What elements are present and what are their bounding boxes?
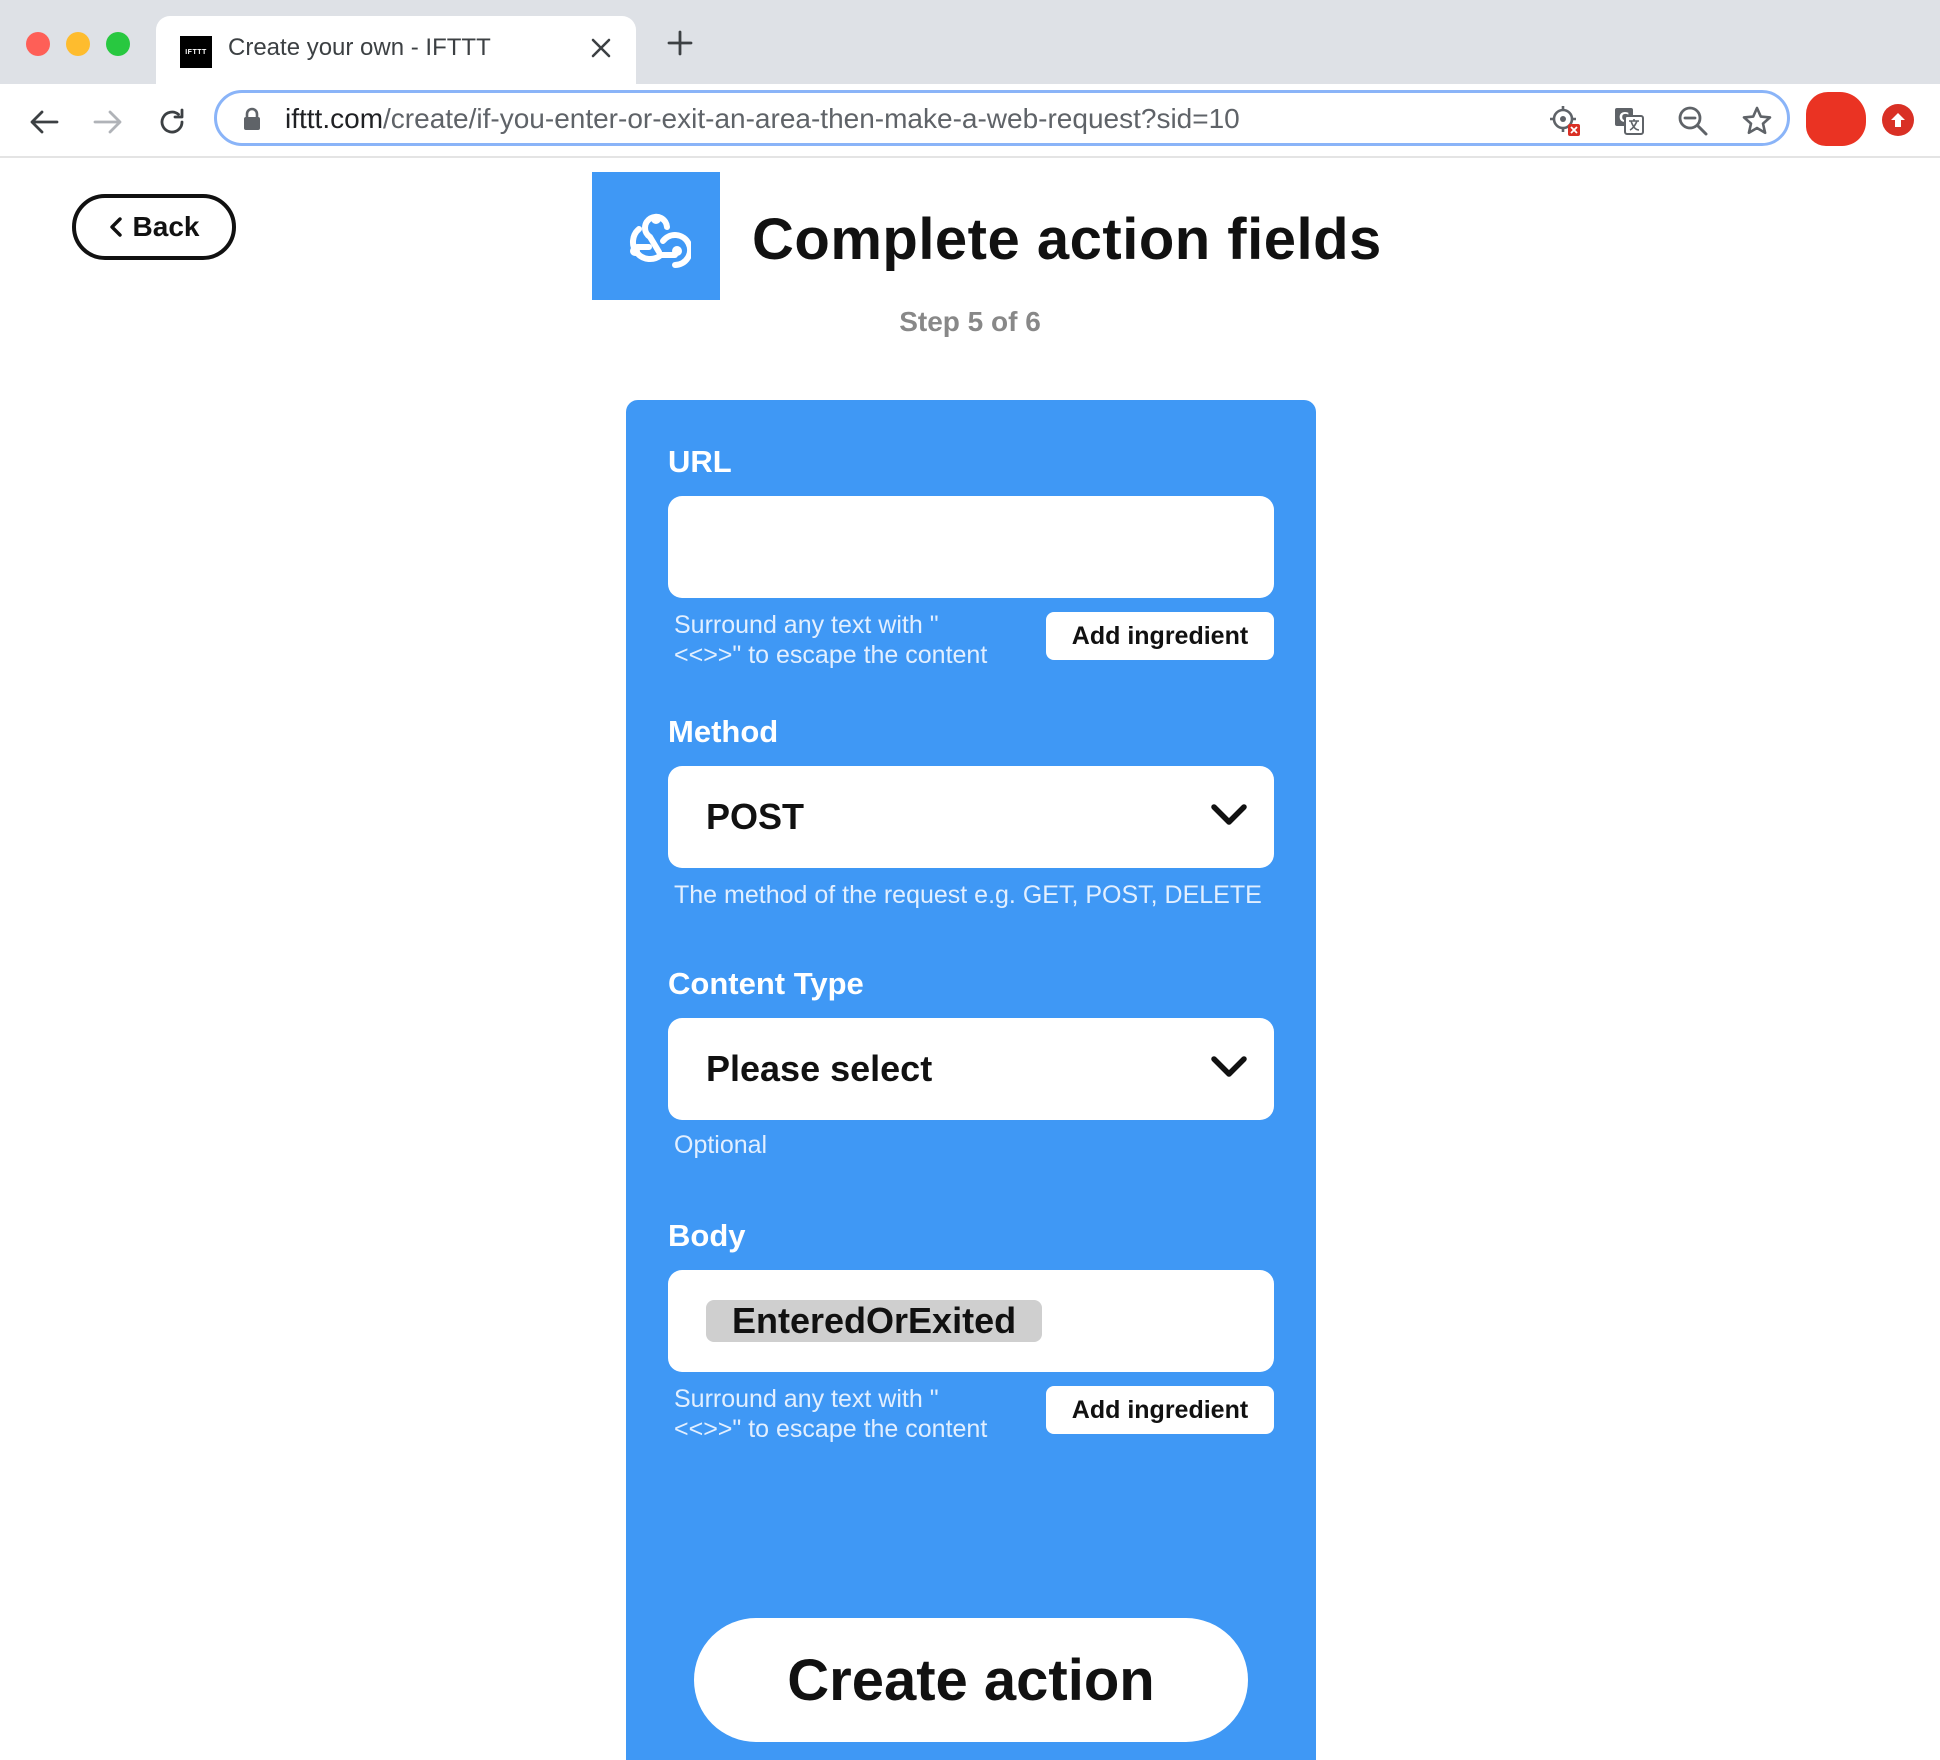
method-selected-value: POST bbox=[706, 796, 805, 837]
tab-title: Create your own - IFTTT bbox=[228, 34, 491, 61]
content-type-select[interactable]: Please select bbox=[668, 1018, 1274, 1120]
reload-icon[interactable] bbox=[152, 102, 192, 142]
content-type-label: Content Type bbox=[668, 966, 864, 1001]
method-helper-text: The method of the request e.g. GET, POST… bbox=[674, 881, 1262, 909]
method-select[interactable]: POST bbox=[668, 766, 1274, 868]
body-add-ingredient-button[interactable]: Add ingredient bbox=[1046, 1386, 1274, 1434]
browser-tab-bar: IFTTT Create your own - IFTTT bbox=[0, 0, 1940, 84]
ingredient-chip[interactable]: EnteredOrExited bbox=[706, 1300, 1043, 1342]
new-tab-button[interactable] bbox=[662, 26, 698, 62]
browser-toolbar: ifttt.com/create/if-you-enter-or-exit-an… bbox=[0, 84, 1940, 158]
url-text: ifttt.com/create/if-you-enter-or-exit-an… bbox=[285, 103, 1240, 135]
url-helper-text: Surround any text with " <<>>" to escape… bbox=[674, 610, 987, 670]
step-indicator: Step 5 of 6 bbox=[899, 306, 1041, 337]
body-label: Body bbox=[668, 1218, 746, 1253]
create-action-button[interactable]: Create action bbox=[694, 1618, 1248, 1742]
minimize-window-button[interactable] bbox=[66, 32, 90, 56]
body-helper-line2: <<>>" to escape the content bbox=[674, 1415, 988, 1443]
webhooks-service-logo bbox=[592, 172, 720, 300]
translate-icon[interactable]: G bbox=[1611, 103, 1647, 139]
body-input[interactable]: EnteredOrExited bbox=[668, 1270, 1274, 1372]
url-helper-line1: Surround any text with " bbox=[674, 611, 939, 639]
update-icon[interactable] bbox=[1882, 104, 1914, 136]
maximize-window-button[interactable] bbox=[106, 32, 130, 56]
chevron-down-icon bbox=[1211, 804, 1247, 825]
content-type-selected-value: Please select bbox=[706, 1048, 933, 1089]
url-input[interactable] bbox=[668, 496, 1274, 598]
location-blocked-icon[interactable] bbox=[1547, 103, 1583, 139]
content-type-helper-text: Optional bbox=[674, 1131, 768, 1159]
forward-arrow-icon[interactable] bbox=[88, 102, 128, 142]
page-title: Complete action fields bbox=[752, 207, 1382, 272]
chevron-left-icon bbox=[109, 217, 122, 237]
back-button-label: Back bbox=[132, 211, 200, 242]
ifttt-favicon-icon: IFTTT bbox=[180, 36, 212, 68]
browser-tab[interactable]: IFTTT Create your own - IFTTT bbox=[156, 16, 636, 84]
url-label: URL bbox=[668, 444, 732, 479]
bookmark-star-icon[interactable] bbox=[1739, 103, 1775, 139]
back-arrow-icon[interactable] bbox=[24, 102, 64, 142]
action-fields-form: URL Surround any text with " <<>>" to es… bbox=[626, 400, 1316, 1760]
url-helper-line2: <<>>" to escape the content bbox=[674, 641, 988, 669]
back-button[interactable]: Back bbox=[72, 194, 236, 260]
url-domain: ifttt.com bbox=[285, 103, 384, 134]
url-path: /create/if-you-enter-or-exit-an-area-the… bbox=[383, 103, 1240, 134]
webhooks-icon bbox=[630, 213, 691, 268]
tab-close-icon[interactable] bbox=[586, 30, 616, 70]
body-helper-text: Surround any text with " <<>>" to escape… bbox=[674, 1384, 987, 1444]
profile-avatar-icon[interactable] bbox=[1806, 92, 1866, 146]
url-add-ingredient-button[interactable]: Add ingredient bbox=[1046, 612, 1274, 660]
method-label: Method bbox=[668, 714, 779, 749]
chevron-down-icon bbox=[1211, 1056, 1247, 1077]
address-bar[interactable]: ifttt.com/create/if-you-enter-or-exit-an… bbox=[214, 90, 1790, 146]
zoom-out-icon[interactable] bbox=[1675, 103, 1711, 139]
close-window-button[interactable] bbox=[26, 32, 50, 56]
lock-icon[interactable] bbox=[243, 107, 261, 136]
body-helper-line1: Surround any text with " bbox=[674, 1385, 939, 1413]
